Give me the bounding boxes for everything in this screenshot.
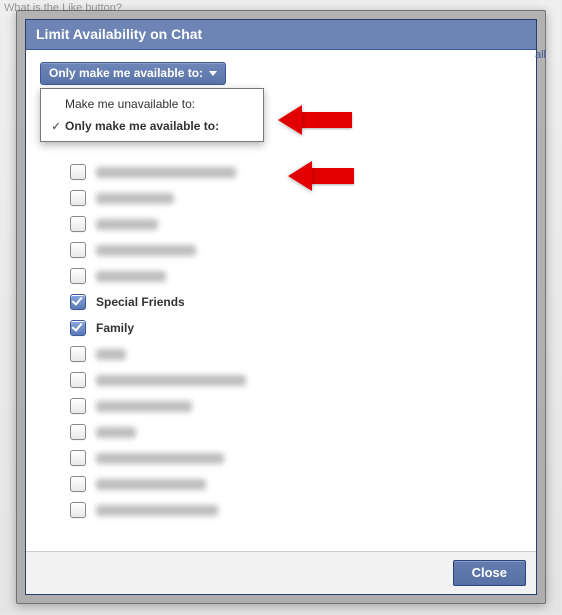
list-checkbox[interactable]	[70, 476, 86, 492]
list-checkbox[interactable]	[70, 294, 86, 310]
list-checkbox[interactable]	[70, 268, 86, 284]
dialog-body: Only make me available to: Make me unava…	[26, 50, 536, 551]
list-label-blurred	[96, 167, 236, 178]
checkmark-icon: ✓	[49, 120, 63, 133]
dialog-title-bar: Limit Availability on Chat	[26, 20, 536, 50]
dropdown-option[interactable]: ✓Only make me available to:	[41, 115, 263, 137]
list-item: Family	[70, 315, 522, 341]
availability-dropdown-button[interactable]: Only make me available to:	[40, 62, 226, 85]
list-label-blurred	[96, 349, 126, 360]
list-item	[70, 419, 522, 445]
list-label-blurred	[96, 479, 206, 490]
dialog-footer: Close	[26, 551, 536, 594]
list-item	[70, 211, 522, 237]
dropdown-button-label: Only make me available to:	[49, 66, 203, 80]
list-checkbox[interactable]	[70, 164, 86, 180]
list-item	[70, 237, 522, 263]
list-label: Special Friends	[96, 295, 185, 309]
list-item	[70, 367, 522, 393]
list-item	[70, 159, 522, 185]
list-item	[70, 341, 522, 367]
list-label-blurred	[96, 427, 136, 438]
list-label: Family	[96, 321, 134, 335]
list-label-blurred	[96, 219, 158, 230]
list-item: Special Friends	[70, 289, 522, 315]
modal-overlay: all Limit Availability on Chat Only make…	[16, 10, 546, 604]
list-label-blurred	[96, 193, 174, 204]
list-item	[70, 471, 522, 497]
chevron-down-icon	[209, 71, 217, 76]
list-label-blurred	[96, 401, 192, 412]
list-checkbox[interactable]	[70, 242, 86, 258]
list-item	[70, 445, 522, 471]
list-checkbox[interactable]	[70, 502, 86, 518]
list-checkbox[interactable]	[70, 346, 86, 362]
list-checkbox[interactable]	[70, 372, 86, 388]
list-checkbox[interactable]	[70, 424, 86, 440]
list-label-blurred	[96, 375, 246, 386]
list-label-blurred	[96, 245, 196, 256]
list-checkbox[interactable]	[70, 398, 86, 414]
list-item	[70, 497, 522, 523]
list-label-blurred	[96, 271, 166, 282]
list-label-blurred	[96, 453, 224, 464]
availability-dropdown-menu: Make me unavailable to:✓Only make me ava…	[40, 88, 264, 142]
close-button[interactable]: Close	[453, 560, 526, 586]
list-item	[70, 263, 522, 289]
all-link[interactable]: all	[535, 49, 546, 61]
list-checkbox[interactable]	[70, 450, 86, 466]
list-item	[70, 185, 522, 211]
dropdown-option-label: Make me unavailable to:	[65, 97, 195, 111]
list-checkbox[interactable]	[70, 320, 86, 336]
list-item	[70, 393, 522, 419]
friend-lists-container: Special Friends Family	[70, 159, 522, 523]
list-label-blurred	[96, 505, 218, 516]
dialog-title: Limit Availability on Chat	[36, 26, 202, 42]
dropdown-option[interactable]: Make me unavailable to:	[41, 93, 263, 115]
list-checkbox[interactable]	[70, 216, 86, 232]
dropdown-option-label: Only make me available to:	[65, 119, 219, 133]
limit-availability-dialog: Limit Availability on Chat Only make me …	[25, 19, 537, 595]
list-checkbox[interactable]	[70, 190, 86, 206]
